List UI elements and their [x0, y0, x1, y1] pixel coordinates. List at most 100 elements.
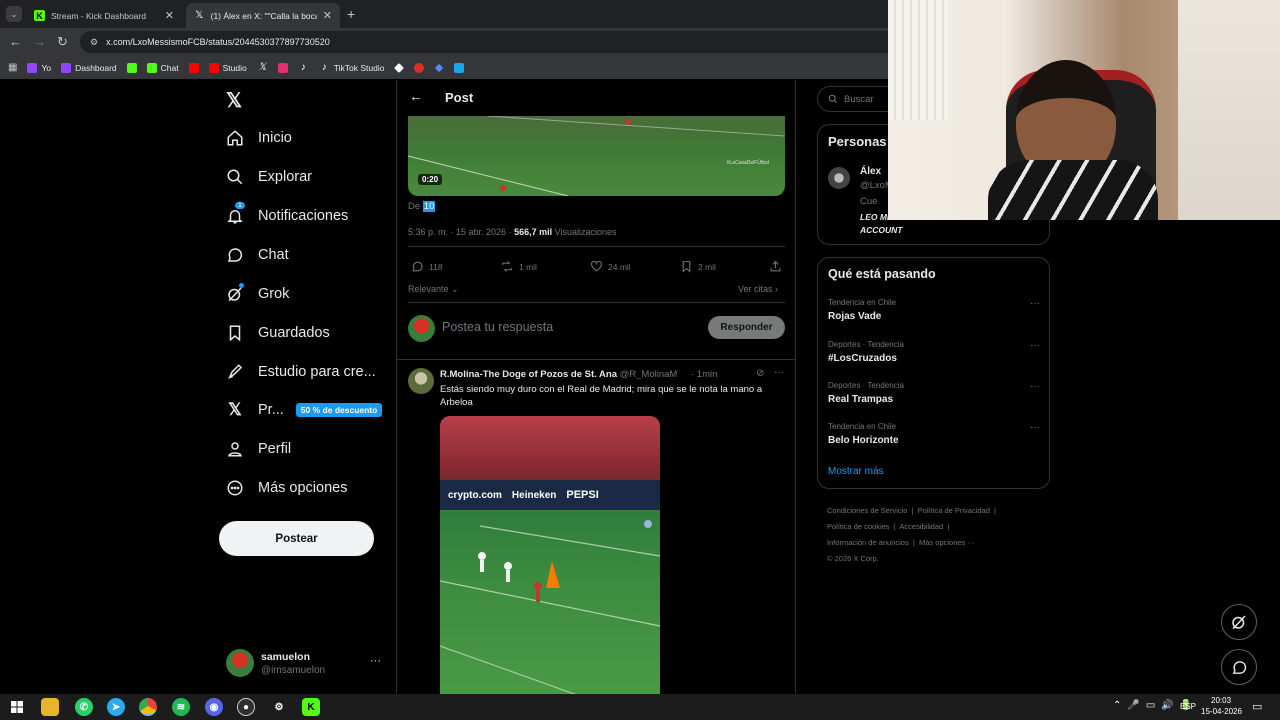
person-avatar[interactable] — [828, 167, 850, 189]
source-value[interactable]: 10 — [422, 201, 436, 212]
apps-icon[interactable]: ▦ — [8, 62, 17, 73]
trend-item[interactable]: Tendencia en Chile Belo Horizonte ··· — [828, 422, 1040, 446]
clock-time[interactable]: 20:03 — [1211, 696, 1231, 705]
sidebar-item-estudio[interactable]: Estudio para cre... — [226, 360, 376, 384]
reply-header: R.Molina-The Doge of Pozos de St. Ana @R… — [440, 369, 677, 380]
post-video[interactable]: #LaCasaDelFÚtbol 0:20 — [408, 116, 785, 196]
new-tab-icon[interactable]: + — [347, 6, 355, 22]
sidebar-item-chat[interactable]: Chat — [226, 243, 289, 267]
back-icon[interactable]: ← — [9, 34, 22, 49]
chrome-icon[interactable] — [139, 698, 157, 716]
bookmark-extra-4[interactable] — [454, 62, 465, 73]
footer-link[interactable]: Política de cookies — [827, 522, 890, 531]
repost-stat[interactable]: 1 mil — [500, 260, 537, 273]
gemini-icon — [435, 63, 444, 72]
tab-x-post[interactable]: 𝕏 (1) Álex en X: ""Calla la boca" Ed ✕ — [186, 3, 340, 28]
post-button[interactable]: Postear — [219, 521, 374, 556]
bookmark-instagram[interactable] — [277, 62, 288, 73]
reply-input[interactable]: Postea tu respuesta — [442, 320, 553, 334]
bookmark-stat[interactable]: 2 mil — [680, 260, 716, 273]
trend-item[interactable]: Tendencia en Chile Rojas Vade ··· — [828, 298, 1040, 322]
spotify-icon[interactable]: ≋ — [172, 698, 190, 716]
reply-author-name[interactable]: R.Molina-The Doge of Pozos de St. Ana — [440, 369, 617, 380]
bookmark-youtube[interactable] — [188, 62, 199, 73]
bookmark-x[interactable]: 𝕏 — [257, 62, 268, 73]
sidebar-item-explorar[interactable]: Explorar — [226, 165, 312, 189]
whatsapp-icon[interactable]: ✆ — [75, 698, 93, 716]
trend-item[interactable]: Deportes · Tendencia #LosCruzados ··· — [828, 340, 1040, 364]
discord-icon[interactable]: ◉ — [205, 698, 223, 716]
more-icon[interactable]: ··· — [1030, 298, 1040, 309]
footer-link[interactable]: Política de Privacidad — [918, 506, 990, 515]
reply-more-icon[interactable]: ··· — [774, 367, 784, 378]
reply-media-image[interactable]: crypto.com Heineken PEPSI — [440, 416, 660, 694]
url-input[interactable]: ⚙ x.com/LxoMessismoFCB/status/2044530377… — [80, 31, 900, 53]
more-icon[interactable]: ··· — [1030, 381, 1040, 392]
reply-avatar[interactable] — [408, 368, 434, 394]
reply-stat[interactable]: 118 — [411, 260, 443, 273]
sidebar-item-notificaciones[interactable]: 1 Notificaciones — [226, 202, 348, 228]
sidebar-item-grok[interactable]: Grok — [226, 282, 289, 306]
reply-author-handle[interactable]: @R_MolinaM — [620, 369, 678, 380]
more-icon[interactable]: ··· — [370, 655, 381, 667]
forward-icon[interactable]: → — [33, 34, 46, 49]
share-stat[interactable] — [769, 260, 782, 273]
bookmark-extra-1[interactable] — [394, 62, 405, 73]
person-name[interactable]: Álex — [860, 166, 881, 177]
back-arrow-icon[interactable]: ← — [409, 88, 423, 104]
reply-button[interactable]: Responder — [708, 316, 785, 339]
sidebar-item-inicio[interactable]: Inicio — [226, 126, 292, 150]
view-quotes-link[interactable]: Ver citas › — [738, 284, 778, 294]
close-icon[interactable]: ✕ — [323, 9, 332, 22]
sort-dropdown[interactable]: Relevante ⌄ — [408, 284, 459, 295]
rocket-icon — [226, 363, 244, 381]
bookmark-kick[interactable] — [126, 62, 137, 73]
close-icon[interactable]: ✕ — [165, 9, 174, 22]
sidebar-item-perfil[interactable]: Perfil — [226, 437, 291, 461]
bookmark-tiktok-studio[interactable]: ♪ TikTok Studio — [319, 62, 385, 73]
more-icon[interactable]: ··· — [1030, 422, 1040, 433]
settings-icon[interactable]: ⚙ — [270, 698, 288, 716]
footer-link[interactable]: Condiciones de Servicio — [827, 506, 907, 515]
grok-float-button[interactable] — [1221, 604, 1257, 640]
account-switcher[interactable]: samuelon @imsamuelon ··· — [226, 649, 386, 681]
windows-start-icon[interactable] — [8, 698, 26, 716]
page-title: Post — [445, 90, 474, 105]
bookmark-yo[interactable]: Yo — [27, 62, 51, 73]
show-more-link[interactable]: Mostrar más — [828, 466, 884, 477]
tab-list-button[interactable]: ⌄ — [6, 6, 22, 22]
like-stat[interactable]: 24 mil — [590, 260, 631, 273]
messages-float-button[interactable] — [1221, 649, 1257, 685]
language-indicator[interactable]: ESP — [1180, 702, 1196, 711]
footer-links: Condiciones de Servicio | Política de Pr… — [827, 503, 1047, 567]
sidebar-item-label: Inicio — [258, 130, 292, 146]
sidebar-item-premium[interactable]: 𝕏 Pr... 50 % de descuento — [226, 398, 383, 422]
grok-small-icon[interactable]: ⊘ — [756, 368, 764, 379]
bookmark-dashboard[interactable]: Dashboard — [61, 62, 117, 73]
person-body — [988, 160, 1158, 220]
notification-center-icon[interactable]: ▭ — [1252, 700, 1262, 713]
post-timestamp[interactable]: 5:36 p. m. · 15 abr. 2026 · — [408, 227, 512, 237]
tab-kick-dashboard[interactable]: K Stream - Kick Dashboard ✕ — [26, 3, 182, 28]
x-logo-icon[interactable]: 𝕏 — [226, 88, 242, 113]
sidebar-item-guardados[interactable]: Guardados — [226, 321, 330, 345]
sidebar-item-mas-opciones[interactable]: Más opciones — [226, 476, 347, 500]
bookmark-chat[interactable]: Chat — [146, 62, 179, 73]
more-icon[interactable]: ··· — [1030, 340, 1040, 351]
site-info-icon[interactable]: ⚙ — [90, 37, 98, 48]
footer-link[interactable]: Accesibilidad — [899, 522, 943, 531]
footer-link[interactable]: Información de anuncios — [827, 538, 909, 547]
bookmark-studio[interactable]: Studio — [208, 62, 247, 73]
bookmark-tiktok[interactable]: ♪ — [298, 62, 309, 73]
telegram-icon[interactable]: ➤ — [107, 698, 125, 716]
clock-date[interactable]: 15-04-2026 — [1201, 707, 1242, 716]
kick-icon[interactable]: K — [302, 698, 320, 716]
obs-icon[interactable]: ● — [237, 698, 255, 716]
youtube-icon — [208, 62, 219, 73]
reload-icon[interactable]: ↻ — [57, 34, 68, 50]
footer-link[interactable]: Más opciones ··· — [919, 538, 975, 547]
file-explorer-icon[interactable] — [41, 698, 59, 716]
bookmark-extra-3[interactable] — [434, 63, 444, 73]
trend-item[interactable]: Deportes · Tendencia Real Trampas ··· — [828, 381, 1040, 405]
bookmark-extra-2[interactable] — [414, 62, 425, 73]
